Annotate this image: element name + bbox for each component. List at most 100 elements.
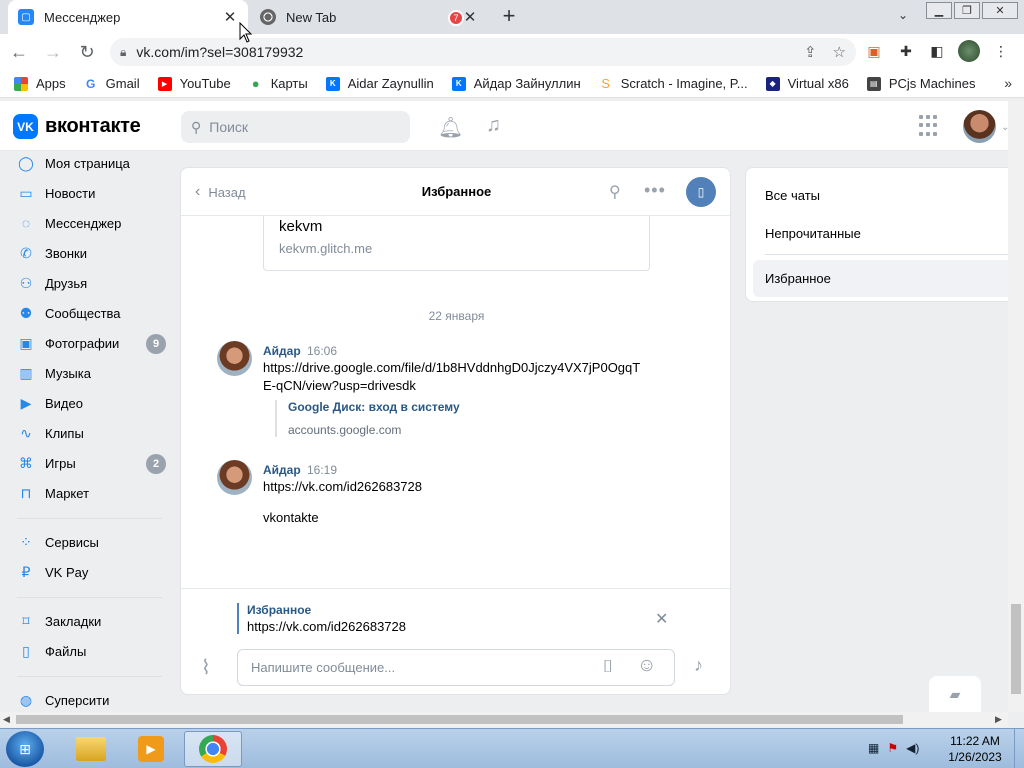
- sidebar-item-my-page[interactable]: ◯ Моя страница: [17, 152, 130, 174]
- sidebar-item-bookmarks[interactable]: ⌑ Закладки: [17, 610, 101, 632]
- horizontal-scrollbar[interactable]: ◀ ▶: [0, 712, 1008, 727]
- chat-bubble-icon[interactable]: ▰: [929, 676, 981, 712]
- search-input[interactable]: ⚲ Поиск: [181, 111, 410, 143]
- sidebar-item-clips[interactable]: ∿ Клипы: [17, 422, 84, 444]
- emoji-smile-icon[interactable]: ☺: [637, 655, 656, 677]
- sidebar-item-market[interactable]: ⊓ Маркет: [17, 482, 90, 504]
- link-preview-card[interactable]: kekvm kekvm.glitch.me: [263, 216, 650, 271]
- bookmark-virtual-x86[interactable]: ◆ Virtual x86: [765, 76, 849, 91]
- sidebar-item-services[interactable]: ⁘ Сервисы: [17, 531, 99, 553]
- network-icon[interactable]: ▦: [868, 741, 879, 755]
- show-desktop-button[interactable]: [1014, 729, 1024, 768]
- bookmark-maps[interactable]: ● Карты: [249, 76, 308, 91]
- snippet-url: accounts.google.com: [288, 423, 402, 437]
- taskbar-chrome[interactable]: [184, 731, 242, 767]
- sidebar-item-music[interactable]: ▥ Музыка: [17, 362, 91, 384]
- side-panel-icon[interactable]: ◧: [926, 40, 948, 62]
- message-time[interactable]: 16:19: [307, 463, 337, 477]
- vk-services-grid-icon[interactable]: [919, 115, 941, 137]
- sidebar-item-calls[interactable]: ✆ Звонки: [17, 242, 87, 264]
- avatar[interactable]: [217, 460, 252, 495]
- sidebar-item-news[interactable]: ▭ Новости: [17, 182, 95, 204]
- taskbar-media-player[interactable]: ▶: [122, 731, 180, 767]
- vertical-scrollbar[interactable]: [1008, 101, 1024, 712]
- filter-favorites[interactable]: Избранное: [765, 271, 831, 286]
- start-button[interactable]: ⊞: [6, 731, 44, 767]
- message-author[interactable]: Айдар: [263, 344, 301, 358]
- bookmark-scratch[interactable]: S Scratch - Imagine, P...: [599, 76, 747, 91]
- sidebar-item-messenger[interactable]: ◌ Мессенджер: [17, 212, 122, 234]
- volume-icon[interactable]: ◀): [906, 741, 919, 755]
- tab-title: New Tab: [286, 9, 337, 25]
- bookmark-star-icon[interactable]: ☆: [833, 43, 846, 61]
- puzzle-extensions-icon[interactable]: ✚: [895, 40, 917, 62]
- scratch-icon: S: [601, 76, 611, 91]
- back-arrow-icon[interactable]: ←: [4, 37, 34, 67]
- bookmark-youtube[interactable]: ▶ YouTube: [157, 76, 231, 91]
- close-window-button[interactable]: ✕: [982, 1, 1018, 19]
- restore-button[interactable]: ❐: [954, 1, 980, 19]
- more-bookmarks-icon[interactable]: »: [1004, 75, 1012, 91]
- chrome-menu-icon[interactable]: ⋮: [990, 40, 1012, 62]
- filter-unread[interactable]: Непрочитанные: [765, 226, 861, 241]
- close-reply-icon[interactable]: ✕: [655, 609, 668, 629]
- bookmark-pcjs[interactable]: ▤ PCjs Machines: [866, 76, 976, 91]
- music-note-icon[interactable]: ♫: [486, 114, 501, 137]
- more-options-icon[interactable]: •••: [644, 180, 666, 201]
- avatar[interactable]: [217, 341, 252, 376]
- sidebar-item-files[interactable]: ▯ Файлы: [17, 640, 86, 662]
- action-center-flag-icon[interactable]: ⚑: [887, 741, 898, 755]
- tab-messenger[interactable]: ▢ Мессенджер ✕: [8, 0, 248, 34]
- paperclip-icon[interactable]: ⌇: [201, 655, 211, 680]
- taskbar-clock[interactable]: 11:22 AM 1/26/2023: [940, 733, 1010, 765]
- favorites-bookmark-icon[interactable]: ▯: [686, 177, 716, 207]
- minimize-button[interactable]: ▁: [926, 1, 952, 19]
- link-card-url: kekvm.glitch.me: [279, 241, 373, 256]
- message-text-line[interactable]: https://drive.google.com/file/d/1b8HVddn…: [263, 359, 640, 377]
- microphone-icon[interactable]: ♪: [694, 655, 703, 676]
- bookmark-apps[interactable]: Apps: [14, 76, 66, 91]
- extension-icon[interactable]: ▣: [863, 40, 885, 62]
- sidebar-item-communities[interactable]: ⚉ Сообщества: [17, 302, 121, 324]
- close-tab-icon[interactable]: ✕: [462, 8, 478, 26]
- scroll-left-arrow-icon[interactable]: ◀: [3, 714, 10, 725]
- user-avatar[interactable]: [963, 110, 996, 143]
- lock-icon[interactable]: 🔒︎: [120, 45, 126, 60]
- filter-all-chats[interactable]: Все чаты: [765, 188, 820, 203]
- chat-search-icon[interactable]: ⚲: [609, 182, 621, 202]
- link-snippet[interactable]: Google Диск: вход в систему accounts.goo…: [275, 400, 460, 437]
- reload-icon[interactable]: ↻: [72, 37, 102, 67]
- sidebar-item-vk-pay[interactable]: ₽ VK Pay: [17, 561, 89, 583]
- tab-search-chevron-icon[interactable]: ⌄: [898, 8, 908, 22]
- message-text[interactable]: https://drive.google.com/file/d/1b8HVddn…: [263, 359, 640, 395]
- notifications-bell-icon[interactable]: 🔔︎: [438, 115, 463, 140]
- forward-arrow-icon[interactable]: →: [38, 37, 68, 67]
- sidebar-item-photos[interactable]: ▣ Фотографии: [17, 332, 119, 354]
- snippet-title[interactable]: Google Диск: вход в систему: [288, 400, 460, 414]
- vk-logo[interactable]: VK вконтакте: [13, 114, 141, 139]
- camera-icon[interactable]: ⌷: [603, 657, 613, 677]
- sidebar-item-video[interactable]: ▶ Видео: [17, 392, 83, 414]
- vk-logo-icon: VK: [13, 114, 38, 139]
- message-link[interactable]: https://vk.com/id262683728: [263, 478, 422, 496]
- profile-avatar[interactable]: [958, 40, 980, 62]
- bookmark-aidar-zaynullin[interactable]: K Aidar Zaynullin: [325, 76, 434, 91]
- new-tab-button[interactable]: +: [496, 5, 522, 29]
- message-author[interactable]: Айдар: [263, 463, 301, 477]
- share-icon[interactable]: ⇪: [804, 43, 817, 61]
- scrollbar-thumb[interactable]: [16, 715, 903, 724]
- reply-preview[interactable]: Избранное https://vk.com/id262683728: [237, 603, 406, 634]
- bookmark-gmail[interactable]: G Gmail: [84, 76, 140, 91]
- message-time[interactable]: 16:06: [307, 344, 337, 358]
- address-bar[interactable]: 🔒︎ vk.com/im?sel=308179932 ⇪ ☆: [110, 38, 856, 66]
- message-text-line[interactable]: E-qCN/view?usp=drivesdk: [263, 377, 640, 395]
- sidebar-item-friends[interactable]: ⚇ Друзья: [17, 272, 87, 294]
- scroll-right-arrow-icon[interactable]: ▶: [995, 714, 1002, 725]
- bookmark-aidar-zaynullin-ru[interactable]: K Айдар Зайнуллин: [451, 76, 581, 91]
- sidebar-item-supercity[interactable]: ◍ Суперсити: [17, 689, 109, 711]
- sidebar-item-games[interactable]: ⌘ Игры: [17, 452, 76, 474]
- close-tab-icon[interactable]: ✕: [222, 8, 238, 26]
- taskbar-explorer[interactable]: [62, 731, 120, 767]
- url-text[interactable]: vk.com/im?sel=308179932: [136, 44, 303, 60]
- scrollbar-thumb[interactable]: [1011, 604, 1021, 694]
